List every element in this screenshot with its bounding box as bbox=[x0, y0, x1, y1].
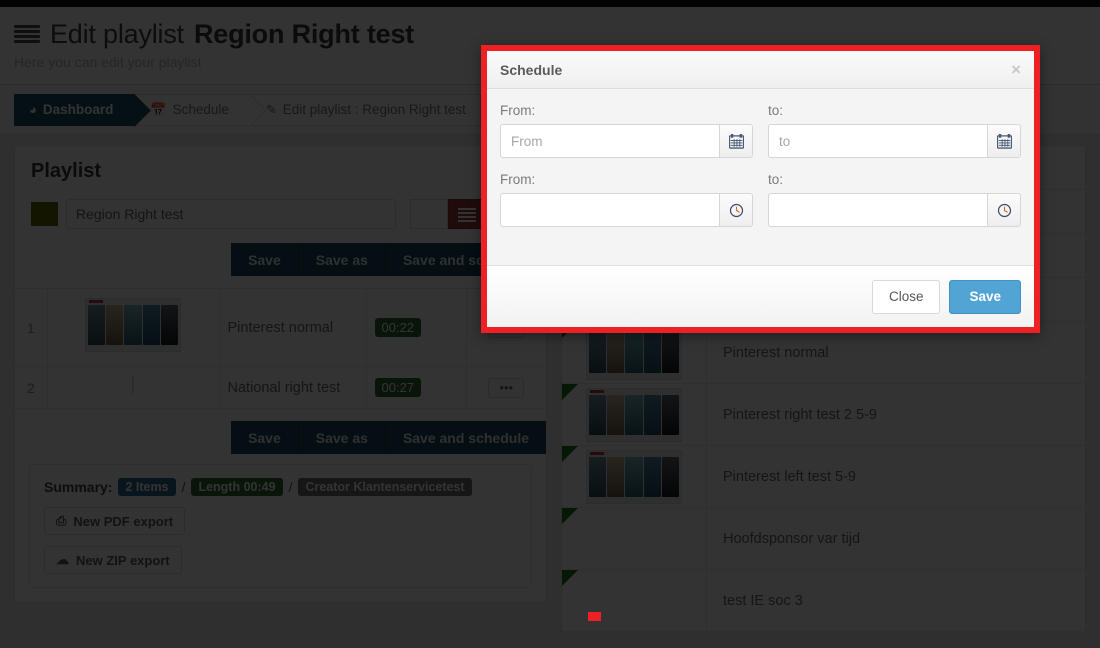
from-time-clock-button[interactable] bbox=[719, 193, 753, 227]
from-time-input[interactable] bbox=[500, 193, 719, 227]
clock-icon bbox=[729, 203, 743, 217]
modal-footer: Close Save bbox=[487, 265, 1034, 327]
from-date-calendar-button[interactable] bbox=[719, 124, 753, 158]
to-date-label: to: bbox=[768, 103, 784, 118]
modal-title: Schedule bbox=[500, 61, 563, 78]
time-row: From: to: bbox=[500, 172, 1021, 241]
to-time-label: to: bbox=[768, 172, 784, 187]
to-date-input[interactable] bbox=[768, 124, 987, 158]
to-date-calendar-button[interactable] bbox=[987, 124, 1021, 158]
to-time-clock-button[interactable] bbox=[987, 193, 1021, 227]
date-row: From: From to: to bbox=[500, 103, 1021, 172]
clock-icon bbox=[997, 203, 1011, 217]
to-date-field: to: bbox=[768, 103, 1021, 158]
from-date-field: From: bbox=[500, 103, 753, 158]
close-button[interactable]: Close bbox=[871, 279, 941, 314]
to-time-field: to: bbox=[768, 172, 1021, 227]
calendar-icon bbox=[728, 133, 744, 149]
from-date-label: From: bbox=[500, 103, 536, 118]
red-highlight-marker bbox=[588, 612, 601, 621]
from-time-label: From: bbox=[500, 172, 536, 187]
modal-body: From: From to: to From: to: bbox=[487, 89, 1034, 265]
from-time-field: From: bbox=[500, 172, 753, 227]
modal-header: Schedule × bbox=[487, 51, 1034, 89]
to-time-input[interactable] bbox=[768, 193, 987, 227]
schedule-modal: Schedule × From: From to: to From: to: C… bbox=[481, 45, 1040, 333]
calendar-icon bbox=[996, 133, 1012, 149]
from-date-input[interactable] bbox=[500, 124, 719, 158]
close-icon[interactable]: × bbox=[1011, 61, 1021, 78]
save-button[interactable]: Save bbox=[949, 279, 1021, 314]
